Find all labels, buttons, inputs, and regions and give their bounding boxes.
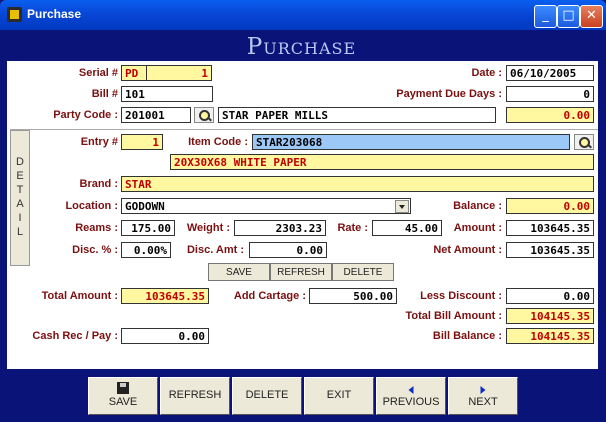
brand-label: Brand : — [79, 178, 119, 190]
detail-tab-char: L — [16, 226, 24, 238]
total-bill-amount-label: Total Bill Amount : — [405, 310, 502, 322]
rate-field[interactable]: 45.00 — [372, 220, 442, 236]
payment-due-label: Payment Due Days : — [396, 88, 502, 100]
party-code-label: Party Code : — [53, 109, 118, 121]
net-amount-label: Net Amount : — [433, 244, 502, 256]
detail-delete-button[interactable]: DELETE — [332, 263, 394, 281]
section-divider — [10, 129, 598, 130]
add-cartage-label: Add Cartage : — [233, 290, 306, 302]
cash-rec-pay-label: Cash Rec / Pay : — [32, 330, 118, 342]
previous-button-label: PREVIOUS — [382, 396, 440, 408]
refresh-button-label: REFRESH — [168, 389, 222, 401]
net-amount-field: 103645.35 — [506, 242, 594, 258]
amount-field: 103645.35 — [506, 220, 594, 236]
location-label: Location : — [65, 200, 118, 212]
purchase-window: Purchase _ □ ✕ Purchase Serial # PD 1 Da… — [0, 0, 606, 422]
reams-field[interactable]: 175.00 — [121, 220, 175, 236]
total-amount-field: 103645.35 — [121, 288, 209, 304]
save-button[interactable]: SAVE — [88, 377, 158, 415]
detail-tab-char: A — [16, 198, 24, 210]
app-icon — [7, 7, 22, 22]
party-search-icon[interactable] — [194, 107, 214, 123]
previous-button[interactable]: PREVIOUS — [376, 377, 446, 415]
banner-title: Purchase — [246, 34, 357, 60]
delete-button[interactable]: DELETE — [232, 377, 302, 415]
party-name-field[interactable]: STAR PAPER MILLS — [218, 107, 496, 123]
next-icon — [480, 386, 486, 394]
detail-refresh-button[interactable]: REFRESH — [270, 263, 332, 281]
weight-label: Weight : — [186, 222, 230, 234]
form-banner: Purchase — [7, 34, 596, 61]
bill-number-field[interactable]: 101 — [121, 86, 213, 102]
previous-icon — [408, 386, 414, 394]
entry-number-field[interactable]: 1 — [121, 134, 163, 150]
next-button[interactable]: NEXT — [448, 377, 518, 415]
serial-label: Serial # — [78, 67, 118, 79]
less-discount-field[interactable]: 0.00 — [506, 288, 594, 304]
serial-number-field[interactable]: 1 — [146, 65, 212, 81]
rate-label: Rate : — [337, 222, 368, 234]
save-button-label: SAVE — [108, 396, 138, 408]
weight-field[interactable]: 2303.23 — [234, 220, 326, 236]
date-label: Date : — [471, 67, 502, 79]
payment-due-field[interactable]: 0 — [506, 86, 594, 102]
brand-field[interactable]: STAR — [121, 176, 594, 192]
amount-label: Amount : — [453, 222, 502, 234]
reams-label: Reams : — [75, 222, 118, 234]
entry-label: Entry # — [80, 136, 118, 148]
chevron-down-icon[interactable] — [395, 200, 409, 213]
total-amount-label: Total Amount : — [41, 290, 118, 302]
close-button[interactable]: ✕ — [580, 5, 603, 28]
maximize-button[interactable]: □ — [557, 5, 580, 28]
save-icon — [117, 382, 129, 394]
party-code-field[interactable]: 201001 — [121, 107, 191, 123]
balance-field: 0.00 — [506, 198, 594, 214]
detail-tab-char: D — [16, 156, 24, 168]
title-bar[interactable]: Purchase _ □ ✕ — [0, 0, 606, 30]
detail-tab-char: E — [16, 170, 24, 182]
total-bill-amount-field: 104145.35 — [506, 308, 594, 324]
window-title: Purchase — [27, 7, 82, 21]
delete-button-label: DELETE — [245, 389, 289, 401]
balance-label: Balance : — [453, 200, 502, 212]
exit-button[interactable]: EXIT — [304, 377, 374, 415]
bill-label: Bill # — [91, 88, 118, 100]
bill-balance-label: Bill Balance : — [432, 330, 502, 342]
detail-tab[interactable]: D E T A I L — [10, 130, 30, 266]
location-select[interactable]: GODOWN — [121, 198, 411, 214]
disc-amt-label: Disc. Amt : — [186, 244, 244, 256]
detail-tab-char: I — [18, 212, 22, 224]
party-balance-field: 0.00 — [506, 107, 594, 123]
next-button-label: NEXT — [468, 396, 498, 408]
detail-tab-char: T — [16, 184, 24, 196]
item-description-field: 20X30X68 WHITE PAPER — [170, 154, 594, 170]
minimize-button[interactable]: _ — [534, 5, 557, 28]
date-field[interactable]: 06/10/2005 — [506, 65, 594, 81]
detail-save-button[interactable]: SAVE — [208, 263, 270, 281]
item-search-icon[interactable] — [574, 134, 594, 150]
item-code-field[interactable]: STAR203068 — [252, 134, 570, 150]
disc-amt-field[interactable]: 0.00 — [249, 242, 327, 258]
item-code-label: Item Code : — [188, 136, 248, 148]
refresh-button[interactable]: REFRESH — [160, 377, 230, 415]
add-cartage-field[interactable]: 500.00 — [309, 288, 397, 304]
serial-prefix-field[interactable]: PD — [121, 65, 147, 81]
exit-button-label: EXIT — [326, 389, 352, 401]
disc-pct-label: Disc. % : — [72, 244, 118, 256]
bill-balance-field: 104145.35 — [506, 328, 594, 344]
cash-rec-pay-field[interactable]: 0.00 — [121, 328, 209, 344]
less-discount-label: Less Discount : — [420, 290, 502, 302]
disc-pct-field[interactable]: 0.00% — [121, 242, 171, 258]
